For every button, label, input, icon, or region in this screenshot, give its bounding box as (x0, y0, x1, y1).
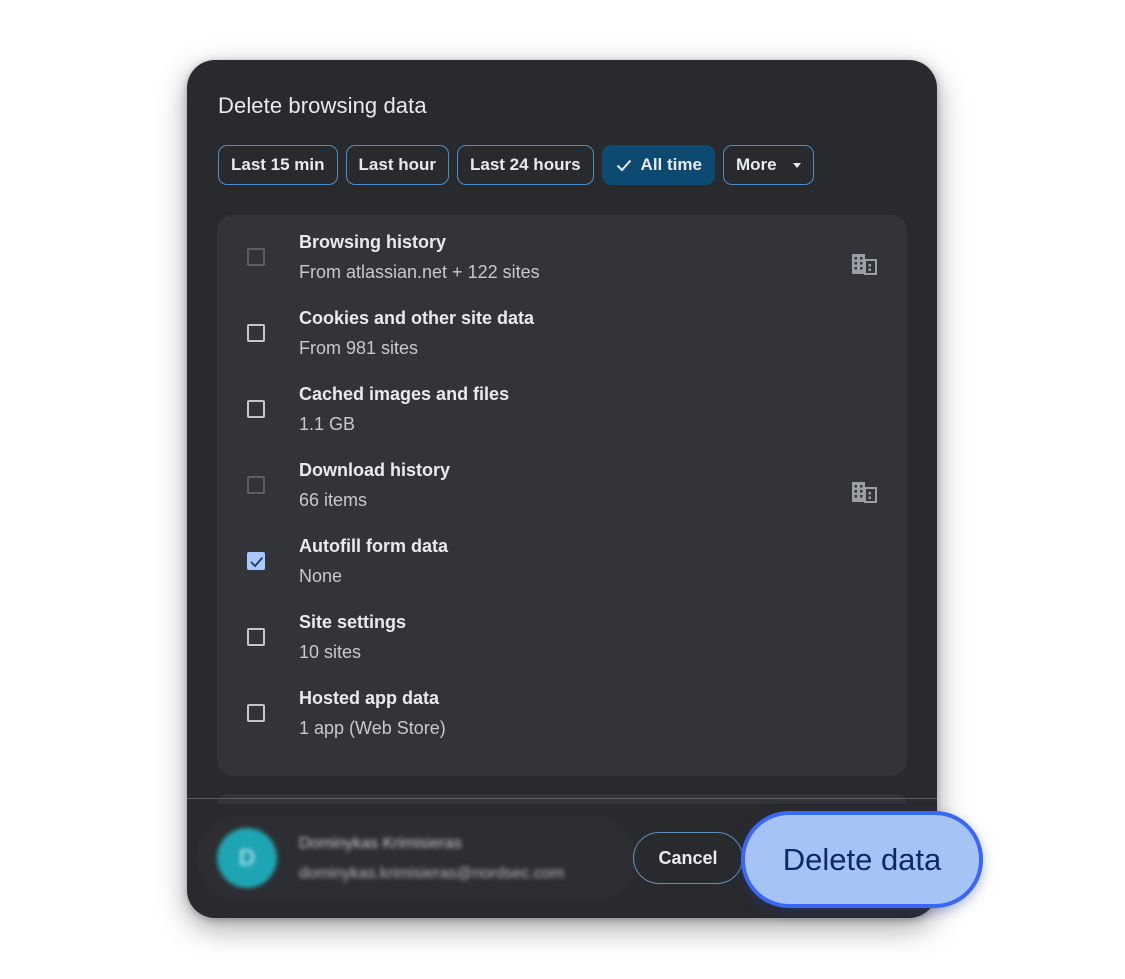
list-item-download-history[interactable]: Download history 66 items (217, 443, 907, 519)
item-detail: From 981 sites (299, 338, 419, 358)
chip-label: More (735, 155, 777, 174)
chip-last-15-min[interactable]: Last 15 min (218, 145, 338, 185)
item-detail: 66 items (299, 490, 368, 510)
item-label: Hosted app data (299, 688, 440, 708)
item-detail: 1 app (Web Store) (299, 718, 446, 738)
site-settings-checkbox[interactable] (247, 628, 265, 646)
item-label: Cached images and files (299, 384, 510, 404)
avatar: D (217, 828, 277, 888)
cookies-checkbox[interactable] (247, 324, 265, 342)
browsing-history-checkbox[interactable] (247, 248, 265, 266)
account-chip: D Dominykas Krimisieras dominykas.krimis… (197, 815, 637, 901)
list-item-browsing-history[interactable]: Browsing history From atlassian.net + 12… (217, 215, 907, 291)
autofill-checkbox[interactable] (247, 552, 265, 570)
cancel-button[interactable]: Cancel (633, 832, 743, 884)
chip-all-time[interactable]: All time (601, 145, 715, 185)
account-name: Dominykas Krimisieras (299, 835, 462, 852)
chip-label: Last 24 hours (470, 155, 581, 174)
chip-last-24-hours[interactable]: Last 24 hours (457, 145, 594, 185)
cached-images-checkbox[interactable] (247, 400, 265, 418)
item-detail: 1.1 GB (299, 414, 356, 434)
list-item-cookies[interactable]: Cookies and other site data From 981 sit… (217, 291, 907, 367)
item-detail: 10 sites (299, 642, 362, 662)
check-icon (616, 159, 631, 172)
chip-more-dropdown[interactable]: More (722, 145, 814, 185)
item-label: Download history (299, 460, 451, 480)
chip-label: Last hour (358, 155, 436, 174)
building-icon (852, 482, 877, 503)
dialog-title: Delete browsing data (218, 93, 427, 118)
item-label: Site settings (299, 612, 407, 632)
footer-divider (187, 798, 937, 799)
time-range-chips: Last 15 min Last hour Last 24 hours All … (218, 145, 814, 185)
list-item-autofill[interactable]: Autofill form data None (217, 519, 907, 595)
list-item-hosted-app-data[interactable]: Hosted app data 1 app (Web Store) (217, 671, 907, 747)
scroll-overflow-card (217, 794, 907, 804)
download-history-checkbox[interactable] (247, 476, 265, 494)
hosted-app-data-checkbox[interactable] (247, 704, 265, 722)
account-email: dominykas.krimisieras@nordsec.com (299, 865, 565, 882)
chip-last-hour[interactable]: Last hour (345, 145, 449, 185)
list-item-cached-images[interactable]: Cached images and files 1.1 GB (217, 367, 907, 443)
item-label: Browsing history (299, 232, 447, 252)
building-icon (852, 254, 877, 275)
item-detail: From atlassian.net + 122 sites (299, 262, 540, 282)
delete-browsing-data-dialog: Delete browsing data Last 15 min Last ho… (187, 60, 937, 918)
list-item-site-settings[interactable]: Site settings 10 sites (217, 595, 907, 671)
check-icon (250, 556, 264, 568)
item-detail: None (299, 566, 343, 586)
item-label: Cookies and other site data (299, 308, 535, 328)
chip-label: All time (640, 155, 702, 174)
chip-label: Last 15 min (231, 155, 325, 174)
item-label: Autofill form data (299, 536, 448, 556)
data-types-list: Browsing history From atlassian.net + 12… (217, 215, 907, 776)
delete-data-button[interactable]: Delete data (741, 811, 983, 908)
caret-down-icon (792, 163, 801, 168)
